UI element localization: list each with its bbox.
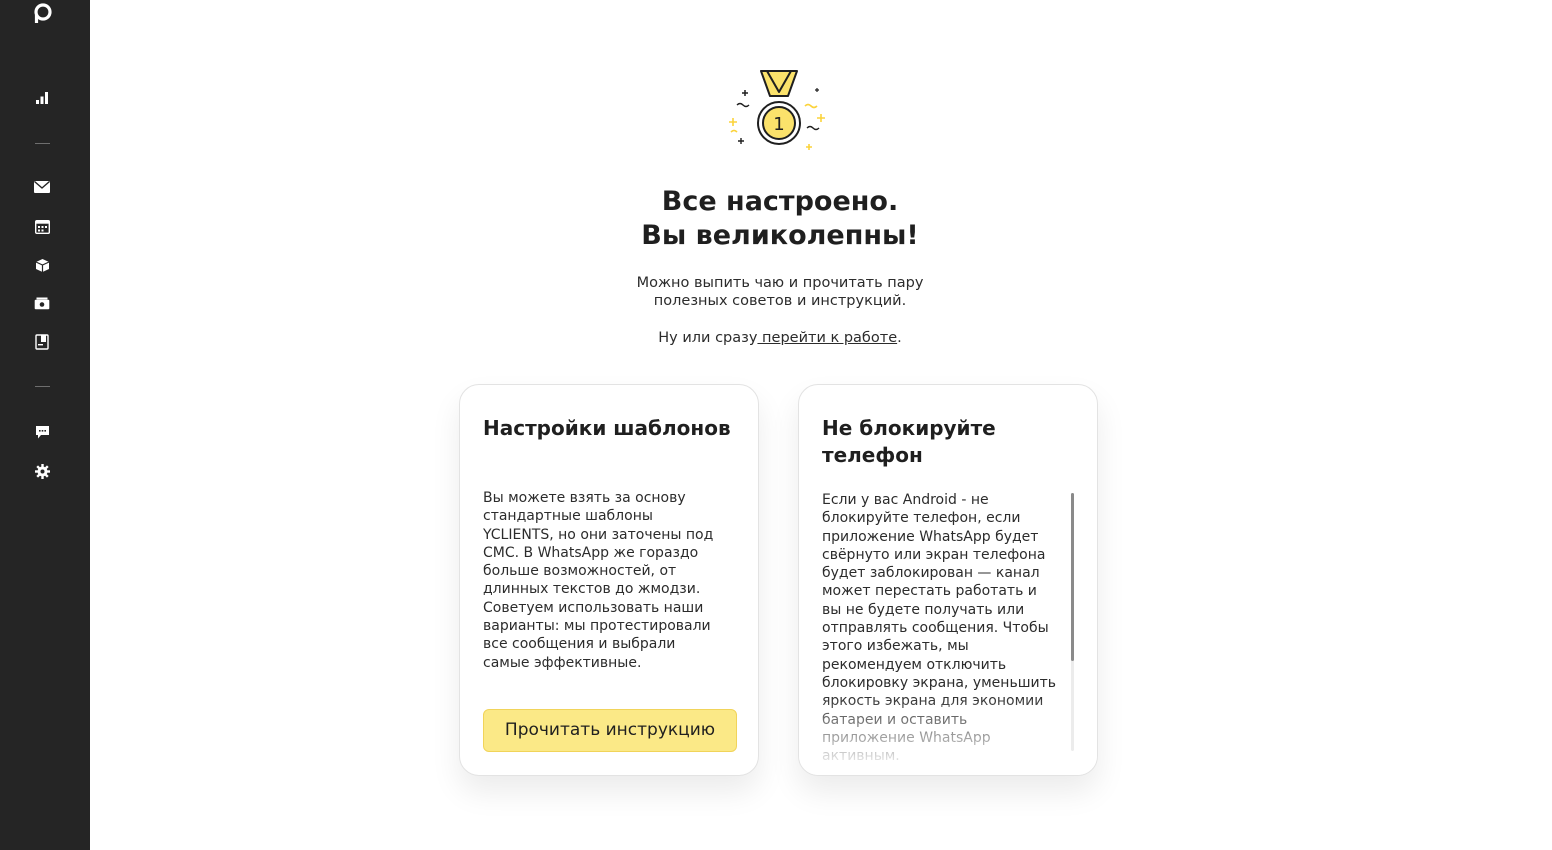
cta-suffix: .: [897, 330, 902, 346]
cash-icon[interactable]: [33, 294, 51, 312]
mail-icon[interactable]: [33, 178, 51, 196]
medal-number: 1: [773, 114, 784, 135]
sidebar-divider: [35, 143, 50, 144]
text-fade: [799, 695, 1097, 775]
card-scrollbar[interactable]: [1071, 493, 1074, 751]
main-content: 1 Все настроено. Вы великолепны! Можно в…: [90, 0, 1552, 850]
cta-prefix: Ну или сразу: [658, 330, 758, 346]
read-instruction-button[interactable]: Прочитать инструкцию: [483, 709, 737, 752]
scrollbar-thumb[interactable]: [1071, 493, 1074, 661]
medal-icon: 1: [717, 66, 841, 154]
subtitle: Можно выпить чаю и прочитать пару полезн…: [580, 274, 980, 310]
subtitle-line-2: полезных советов и инструкций.: [653, 293, 907, 309]
card-template-settings: Настройки шаблонов Вы можете взять за ос…: [459, 384, 759, 776]
card-text: Вы можете взять за основу стандартные ша…: [483, 490, 714, 671]
title-line-2: Вы великолепны!: [641, 220, 919, 251]
subtitle-line-1: Можно выпить чаю и прочитать пару: [636, 275, 924, 291]
gear-icon[interactable]: [33, 462, 51, 480]
book-icon[interactable]: [33, 333, 51, 351]
sidebar: [0, 0, 90, 850]
box-icon[interactable]: [33, 256, 51, 274]
calendar-icon[interactable]: [33, 217, 51, 235]
analytics-icon[interactable]: [33, 89, 51, 107]
card-title: Настройки шаблонов: [483, 416, 731, 440]
go-to-work-link[interactable]: перейти к работе: [757, 330, 897, 346]
page-title: Все настроено. Вы великолепны!: [530, 185, 1030, 253]
card-title: Не блокируйте телефон: [822, 416, 996, 467]
chat-icon[interactable]: [33, 423, 51, 441]
cta-text: Ну или сразу перейти к работе.: [580, 329, 980, 347]
logo-icon[interactable]: [32, 2, 54, 24]
title-line-1: Все настроено.: [661, 186, 899, 217]
sidebar-divider: [35, 386, 50, 387]
card-dont-lock-phone: Не блокируйте телефон Если у вас Android…: [798, 384, 1098, 776]
